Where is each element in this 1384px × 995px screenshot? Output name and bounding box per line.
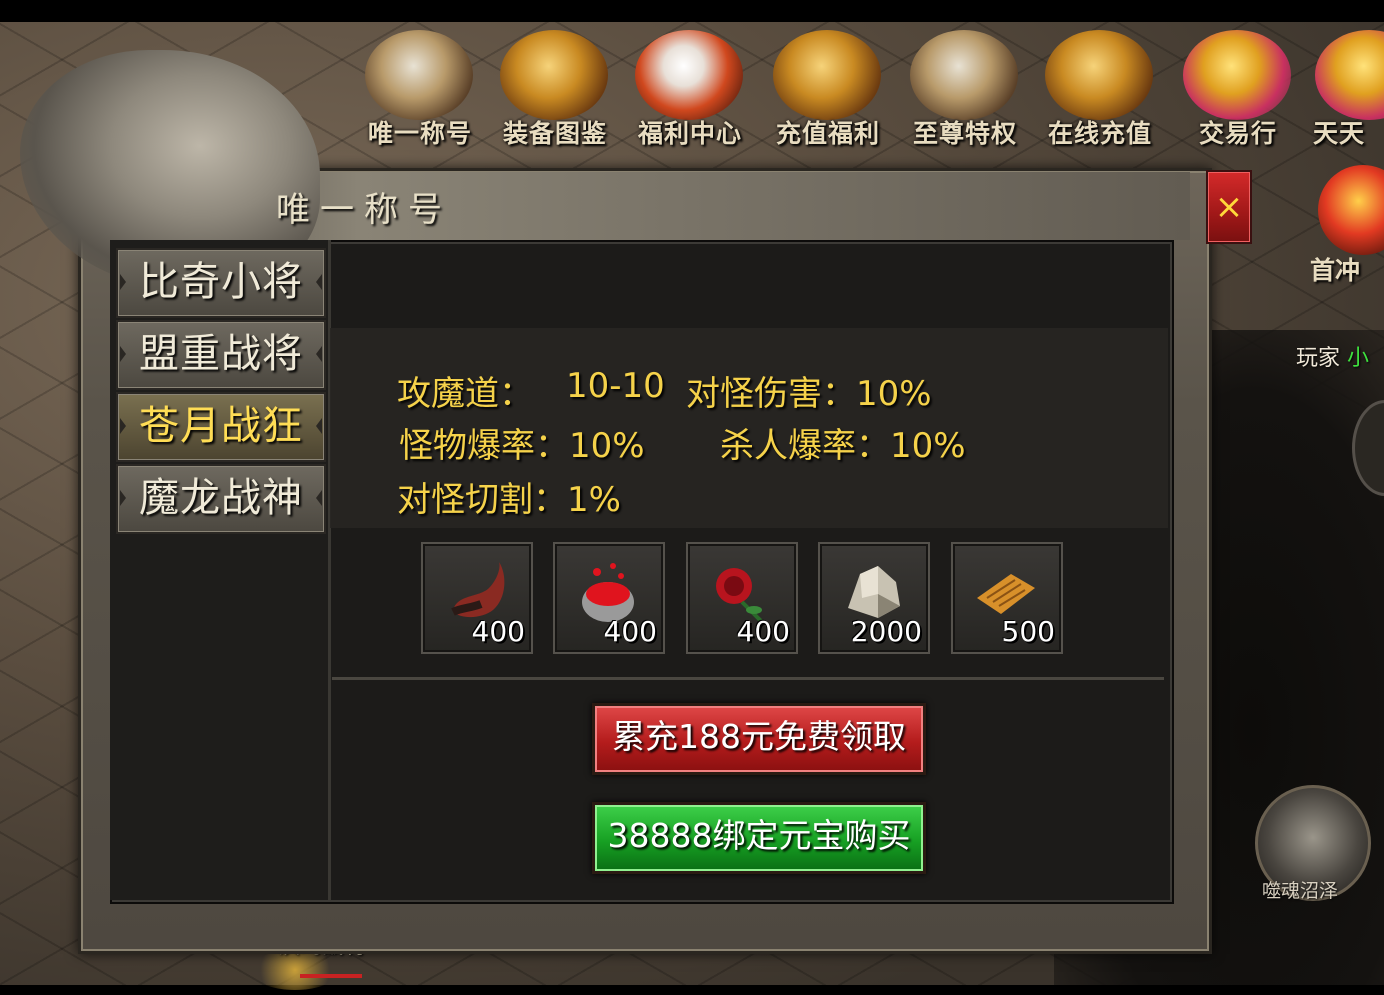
tab-label: 比奇小将 (139, 259, 303, 305)
top-menu-label: 充值福利 (775, 119, 880, 148)
buy-with-bound-ingot-button[interactable]: 38888绑定元宝购买 (592, 802, 926, 874)
stat-monster-damage: 对怪伤害：10% (686, 374, 932, 414)
first-recharge-button[interactable]: 首冲 (1310, 165, 1384, 285)
top-menu-label: 至尊特权 (912, 119, 1017, 148)
close-button[interactable]: × (1206, 170, 1252, 244)
money-bag-icon (1045, 30, 1153, 120)
tab-cangyue-berserker[interactable]: 苍月战狂 (116, 392, 326, 462)
top-menu-label: 在线充值 (1047, 119, 1152, 148)
player-prefix: 玩家 (1296, 346, 1341, 371)
top-menu-bar: 唯一称号 装备图鉴 福利中心 充值福利 至尊特权 在线充值 交易行 天天 (355, 26, 1384, 156)
stat-attack-label: 攻魔道： (397, 374, 533, 414)
tab-label: 苍月战狂 (139, 403, 303, 449)
tab-notch-right (316, 418, 322, 434)
golden-sword-icon (773, 30, 881, 120)
tab-notch-left (120, 274, 126, 290)
tab-biqi-general[interactable]: 比奇小将 (116, 248, 326, 318)
item-slot-ore[interactable]: 2000 (818, 542, 930, 654)
first-recharge-icon (1318, 165, 1384, 255)
top-menu-online-recharge[interactable]: 在线充值 (1035, 26, 1165, 156)
golden-dragon-icon (500, 30, 608, 120)
item-count: 400 (736, 615, 790, 648)
item-slot-horn[interactable]: 400 (421, 542, 533, 654)
panel-title: 唯一称号 (276, 190, 452, 230)
top-menu-label: 交易行 (1198, 119, 1277, 148)
item-count: 500 (1001, 615, 1055, 648)
stat-attack-value: 10-10 (566, 366, 665, 406)
top-menu-supreme-privilege[interactable]: 至尊特权 (900, 26, 1030, 156)
tab-notch-left (120, 346, 126, 362)
dice-icon (635, 30, 743, 120)
player-name: 小 (1347, 346, 1370, 371)
item-slot-rose[interactable]: 400 (686, 542, 798, 654)
bottom-letterbox (0, 985, 1384, 995)
gift-icon (1315, 30, 1384, 120)
stat-monster-cut: 对怪切割：1% (397, 480, 621, 520)
tiger-head-icon (365, 30, 473, 120)
top-menu-trading-house[interactable]: 交易行 (1173, 26, 1303, 156)
gold-ingot-icon (1183, 30, 1291, 120)
top-menu-label: 福利中心 (637, 119, 742, 148)
player-name-label: 玩家 小 (1296, 340, 1369, 372)
top-menu-equipment-codex[interactable]: 装备图鉴 (490, 26, 620, 156)
top-menu-welfare-center[interactable]: 福利中心 (625, 26, 755, 156)
crown-icon (910, 30, 1018, 120)
stat-monster-drop: 怪物爆率：10% (399, 426, 645, 466)
section-divider (332, 677, 1164, 680)
tab-notch-left (120, 490, 126, 506)
tab-molong-wargod[interactable]: 魔龙战神 (116, 464, 326, 534)
tab-notch-left (120, 418, 126, 434)
npc-health-bar (300, 974, 362, 978)
map-name-label: 噬魂沼泽 (1262, 880, 1339, 902)
top-menu-recharge-welfare[interactable]: 充值福利 (763, 26, 893, 156)
tab-notch-right (316, 490, 322, 506)
tab-mengzhong-general[interactable]: 盟重战将 (116, 320, 326, 390)
tab-notch-right (316, 346, 322, 362)
stat-pk-drop: 杀人爆率：10% (720, 426, 966, 466)
tab-notch-right (316, 274, 322, 290)
top-menu-label: 唯一称号 (367, 119, 472, 148)
top-menu-daily[interactable]: 天天 (1305, 26, 1384, 156)
top-menu-label: 天天 (1313, 119, 1366, 148)
item-slot-scroll[interactable]: 500 (951, 542, 1063, 654)
item-count: 400 (471, 615, 525, 648)
item-count: 400 (603, 615, 657, 648)
recharge-claim-button[interactable]: 累充188元免费领取 (592, 703, 926, 775)
top-menu-label: 装备图鉴 (502, 119, 607, 148)
top-letterbox (0, 0, 1384, 22)
top-menu-unique-title[interactable]: 唯一称号 (355, 26, 485, 156)
tab-label: 魔龙战神 (139, 475, 303, 521)
item-slot-blood-bowl[interactable]: 400 (553, 542, 665, 654)
tab-label: 盟重战将 (139, 331, 303, 377)
first-recharge-label: 首冲 (1310, 256, 1361, 285)
item-count: 2000 (850, 615, 922, 648)
